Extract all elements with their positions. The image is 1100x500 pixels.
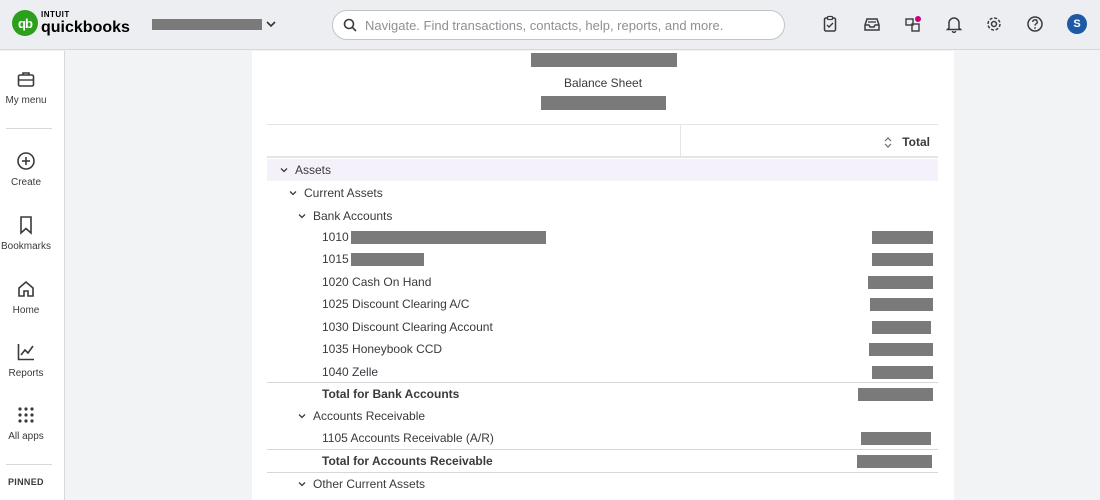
amount-redacted[interactable] [861,432,931,445]
report-row-account[interactable]: 1030 Discount Clearing Account [267,316,938,338]
amount-redacted[interactable] [870,298,933,311]
search-input[interactable] [365,17,765,33]
balance-sheet-report: Balance Sheet Total Assets Current Asset… [252,51,954,500]
amount-redacted[interactable] [857,455,932,468]
report-row-account[interactable]: 1020 Cash On Hand [267,271,938,293]
report-row-bank-accounts[interactable]: Bank Accounts [267,205,938,227]
inbox-icon[interactable] [862,14,882,34]
amount-redacted[interactable] [858,388,933,401]
row-label: Assets [295,163,332,177]
home-icon [0,279,52,301]
chevron-down-icon[interactable] [297,411,307,421]
sidebar-item-create[interactable]: Create [0,151,52,188]
gear-icon[interactable] [984,14,1004,34]
company-name-redacted [531,53,677,67]
sidebar-item-label: Home [12,305,40,316]
total-column-header[interactable]: Total [884,135,930,149]
report-title: Balance Sheet [563,76,643,90]
row-label: 1010 [322,230,349,244]
logo-mark: qb [12,10,38,36]
chevron-down-icon[interactable] [279,165,289,175]
account-name-redacted [350,252,424,266]
report-row-total[interactable]: Total for Accounts Receivable [267,449,938,471]
row-label: Total for Accounts Receivable [322,454,493,468]
search-bar[interactable] [332,10,785,40]
report-row-account[interactable]: 1025 Discount Clearing A/C [267,293,938,315]
report-row-total[interactable]: Total for Bank Accounts [267,382,938,404]
report-row-account[interactable]: 1040 Zelle [267,361,938,383]
report-row-assets[interactable]: Assets [267,159,938,181]
account-name-redacted [350,230,546,244]
chevron-down-icon[interactable] [297,211,307,221]
total-column-label: Total [902,135,930,149]
report-row-accounts-receivable[interactable]: Accounts Receivable [267,405,938,427]
row-label: Accounts Receivable [313,409,426,423]
sidebar-item-all-apps[interactable]: All apps [0,405,52,442]
grid-icon [0,405,52,427]
company-switcher[interactable] [152,18,277,30]
plus-circle-icon [0,151,52,173]
divider [6,464,52,465]
report-row-current-assets[interactable]: Current Assets [267,182,938,204]
amount-redacted[interactable] [872,253,933,266]
row-label: Current Assets [304,186,383,200]
amount-redacted[interactable] [872,321,931,334]
amount-redacted[interactable] [872,231,933,244]
quickbooks-logo[interactable]: qb INTUIT quickbooks [12,10,130,36]
row-label: 1105 Accounts Receivable (A/R) [322,431,494,445]
apps-notification-icon[interactable] [903,14,923,34]
help-icon[interactable] [1025,14,1045,34]
row-label: 1015 [322,252,349,266]
sidebar-item-my-menu[interactable]: My menu [0,69,52,106]
row-label: 1035 Honeybook CCD [322,342,443,356]
report-row-account[interactable]: 1035 Honeybook CCD [267,338,938,360]
company-name-redacted [152,18,262,30]
report-date-redacted [541,96,666,110]
sidebar-item-bookmarks[interactable]: Bookmarks [0,215,52,252]
column-header: Total [267,124,938,158]
sidebar-item-label: Bookmarks [0,241,51,252]
row-label: Total for Bank Accounts [322,387,460,401]
sidebar-item-label: My menu [5,95,47,106]
briefcase-icon [0,69,52,91]
sidebar-item-label: Reports [8,368,44,379]
row-label: Other Current Assets [313,477,426,491]
report-row-account[interactable]: 1015 [267,248,938,270]
sidebar: My menu Create Bookmarks Home Reports Al… [0,51,65,500]
sort-icon [884,136,892,148]
amount-redacted[interactable] [872,366,933,379]
report-row-account[interactable]: 1010 [267,226,938,248]
amount-redacted[interactable] [868,276,933,289]
sidebar-item-label: Create [10,177,41,188]
sidebar-item-home[interactable]: Home [0,279,52,316]
row-label: 1040 Zelle [322,365,379,379]
sidebar-item-label: All apps [8,431,44,442]
top-bar: qb INTUIT quickbooks S [0,0,1100,50]
chevron-down-icon[interactable] [297,479,307,489]
sidebar-item-reports[interactable]: Reports [0,342,52,379]
report-row-other-current-assets[interactable]: Other Current Assets [267,472,938,494]
chevron-down-icon [266,21,276,28]
divider [6,128,52,129]
row-label: Bank Accounts [313,209,393,223]
row-label: 1020 Cash On Hand [322,275,432,289]
chevron-down-icon[interactable] [288,188,298,198]
logo-line2: quickbooks [41,18,130,36]
bell-icon[interactable] [944,14,964,34]
row-label: 1030 Discount Clearing Account [322,320,493,334]
report-row-account[interactable]: 1105 Accounts Receivable (A/R) [267,427,938,449]
search-icon [343,18,357,32]
avatar[interactable]: S [1067,14,1087,34]
amount-redacted[interactable] [869,343,933,356]
pinned-label: PINNED [8,477,44,487]
logo-line1: INTUIT [41,9,70,19]
bookmark-icon [0,215,52,237]
row-label: 1025 Discount Clearing A/C [322,297,470,311]
clipboard-icon[interactable] [820,14,840,34]
chart-icon [0,342,52,364]
